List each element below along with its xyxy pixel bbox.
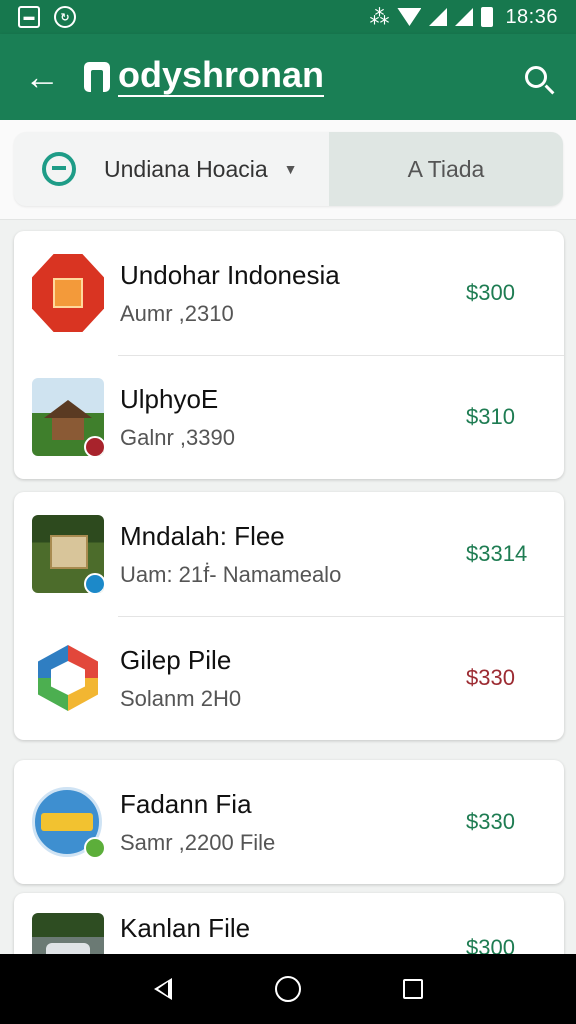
- app-title: odyshronan: [118, 54, 325, 97]
- status-time: 18:36: [505, 5, 558, 28]
- item-subtitle: Solanm 2H0: [120, 685, 242, 711]
- list-item[interactable]: Mndalah: Flee Uam: 21ḟ- Namamealo $3314: [14, 492, 564, 616]
- item-subtitle: Galnr ,3390: [120, 424, 235, 450]
- secondary-filter-label: A Tiada: [407, 155, 485, 182]
- list-item[interactable]: Fadann Fia Samr ,2200 File $330: [14, 760, 564, 884]
- box-photo: [32, 515, 104, 593]
- chevron-down-icon: ▼: [283, 161, 298, 177]
- item-price: $300: [466, 280, 515, 305]
- nav-back-button[interactable]: [143, 969, 183, 1009]
- item-title: Kanlan File: [120, 913, 251, 943]
- signal-icon: [455, 8, 474, 26]
- list-item[interactable]: UlphyoE Galnr ,3390 $310: [14, 355, 564, 479]
- hexagon-logo-icon: [32, 639, 104, 717]
- item-title: Mndalah: Flee: [120, 520, 285, 551]
- item-subtitle: Samr ,2200 File: [120, 829, 276, 855]
- list-card: Undohar Indonesia Aumr ,2310 $300 Ulphyo…: [14, 231, 564, 479]
- battery-icon: [481, 7, 494, 27]
- app-bar: ← odyshronan: [0, 34, 576, 120]
- search-icon: [525, 66, 547, 88]
- item-price: $3314: [466, 541, 528, 566]
- filter-row: Undiana Hoacia ▼ A Tiada: [14, 132, 563, 206]
- item-title: Gilep Pile: [120, 644, 232, 675]
- list-card: Fadann Fia Samr ,2200 File $330: [14, 760, 564, 884]
- list-item[interactable]: Gilep Pile Solanm 2H0 $330: [14, 616, 564, 740]
- nav-recents-button[interactable]: [393, 969, 433, 1009]
- list-item[interactable]: Undohar Indonesia Aumr ,2310 $300: [14, 231, 564, 355]
- vibrate-icon: ⁂: [369, 6, 390, 29]
- location-label: Undiana Hoacia: [104, 155, 268, 182]
- sync-notification-icon: ↻: [54, 6, 76, 28]
- item-subtitle: Uam: 21ḟ- Namamealo: [120, 561, 342, 587]
- filter-panel: Undiana Hoacia ▼ A Tiada: [0, 120, 576, 220]
- item-price: $310: [466, 404, 515, 429]
- secondary-filter-button[interactable]: A Tiada: [329, 132, 563, 206]
- hut-photo: [32, 378, 104, 456]
- location-dropdown[interactable]: Undiana Hoacia ▼: [14, 132, 329, 206]
- back-button[interactable]: ←: [0, 34, 84, 120]
- status-badge: [84, 837, 106, 859]
- circle-home-icon: [274, 976, 301, 1002]
- item-price: $330: [466, 809, 515, 834]
- list-card: Mndalah: Flee Uam: 21ḟ- Namamealo $3314 …: [14, 492, 564, 740]
- round-logo-icon: [32, 783, 106, 861]
- status-badge: [84, 436, 104, 456]
- search-button[interactable]: [496, 34, 576, 120]
- triangle-back-icon: [153, 978, 172, 1000]
- orange-badge-icon: [32, 254, 104, 332]
- status-bar: ▬ ↻ ⁂ 18:36: [0, 0, 576, 34]
- status-badge: [84, 573, 104, 593]
- arrow-left-icon: ←: [24, 56, 60, 97]
- navigation-bar: [0, 954, 576, 1024]
- wifi-icon: [397, 8, 422, 26]
- square-recents-icon: [403, 979, 424, 999]
- nav-home-button[interactable]: [268, 969, 308, 1009]
- item-title: Undohar Indonesia: [120, 259, 340, 290]
- location-icon: [42, 152, 76, 186]
- photo-notification-icon: ▬: [18, 6, 40, 28]
- item-title: UlphyoE: [120, 383, 219, 414]
- signal-icon: [429, 8, 448, 26]
- item-price: $330: [466, 665, 515, 690]
- app-logo-icon: [84, 62, 110, 92]
- item-title: Fadann Fia: [120, 788, 252, 819]
- item-subtitle: Aumr ,2310: [120, 300, 234, 326]
